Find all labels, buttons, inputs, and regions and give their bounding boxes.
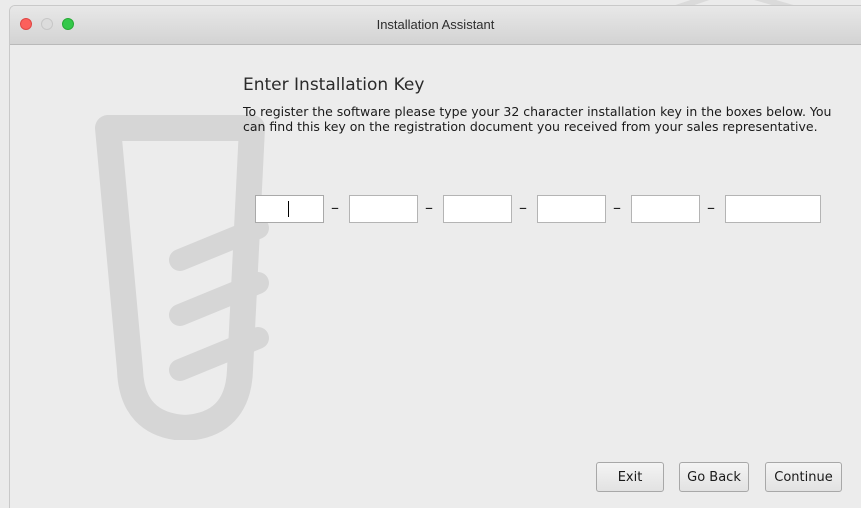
key-separator: –: [425, 198, 433, 217]
exit-button[interactable]: Exit: [596, 462, 664, 492]
window-title: Installation Assistant: [376, 17, 495, 32]
page-title: Enter Installation Key: [243, 75, 425, 95]
continue-button[interactable]: Continue: [765, 462, 842, 492]
key-separator: –: [613, 198, 621, 217]
text-caret: [288, 201, 289, 217]
sensor-probe-icon: [95, 115, 269, 440]
key-separator: –: [331, 198, 339, 217]
key-field-2[interactable]: [349, 195, 418, 223]
key-field-4[interactable]: [537, 195, 606, 223]
installation-assistant-window: Installation Assistant Enter Installatio…: [10, 6, 861, 508]
key-field-1[interactable]: [255, 195, 324, 223]
key-separator: –: [707, 198, 715, 217]
instructions-text: To register the software please type you…: [243, 104, 832, 134]
key-field-6[interactable]: [725, 195, 821, 223]
key-separator: –: [519, 198, 527, 217]
key-field-3[interactable]: [443, 195, 512, 223]
key-field-5[interactable]: [631, 195, 700, 223]
content-area: Enter Installation Key To register the s…: [10, 45, 861, 508]
go-back-button[interactable]: Go Back: [679, 462, 749, 492]
title-bar[interactable]: Installation Assistant: [10, 6, 861, 45]
